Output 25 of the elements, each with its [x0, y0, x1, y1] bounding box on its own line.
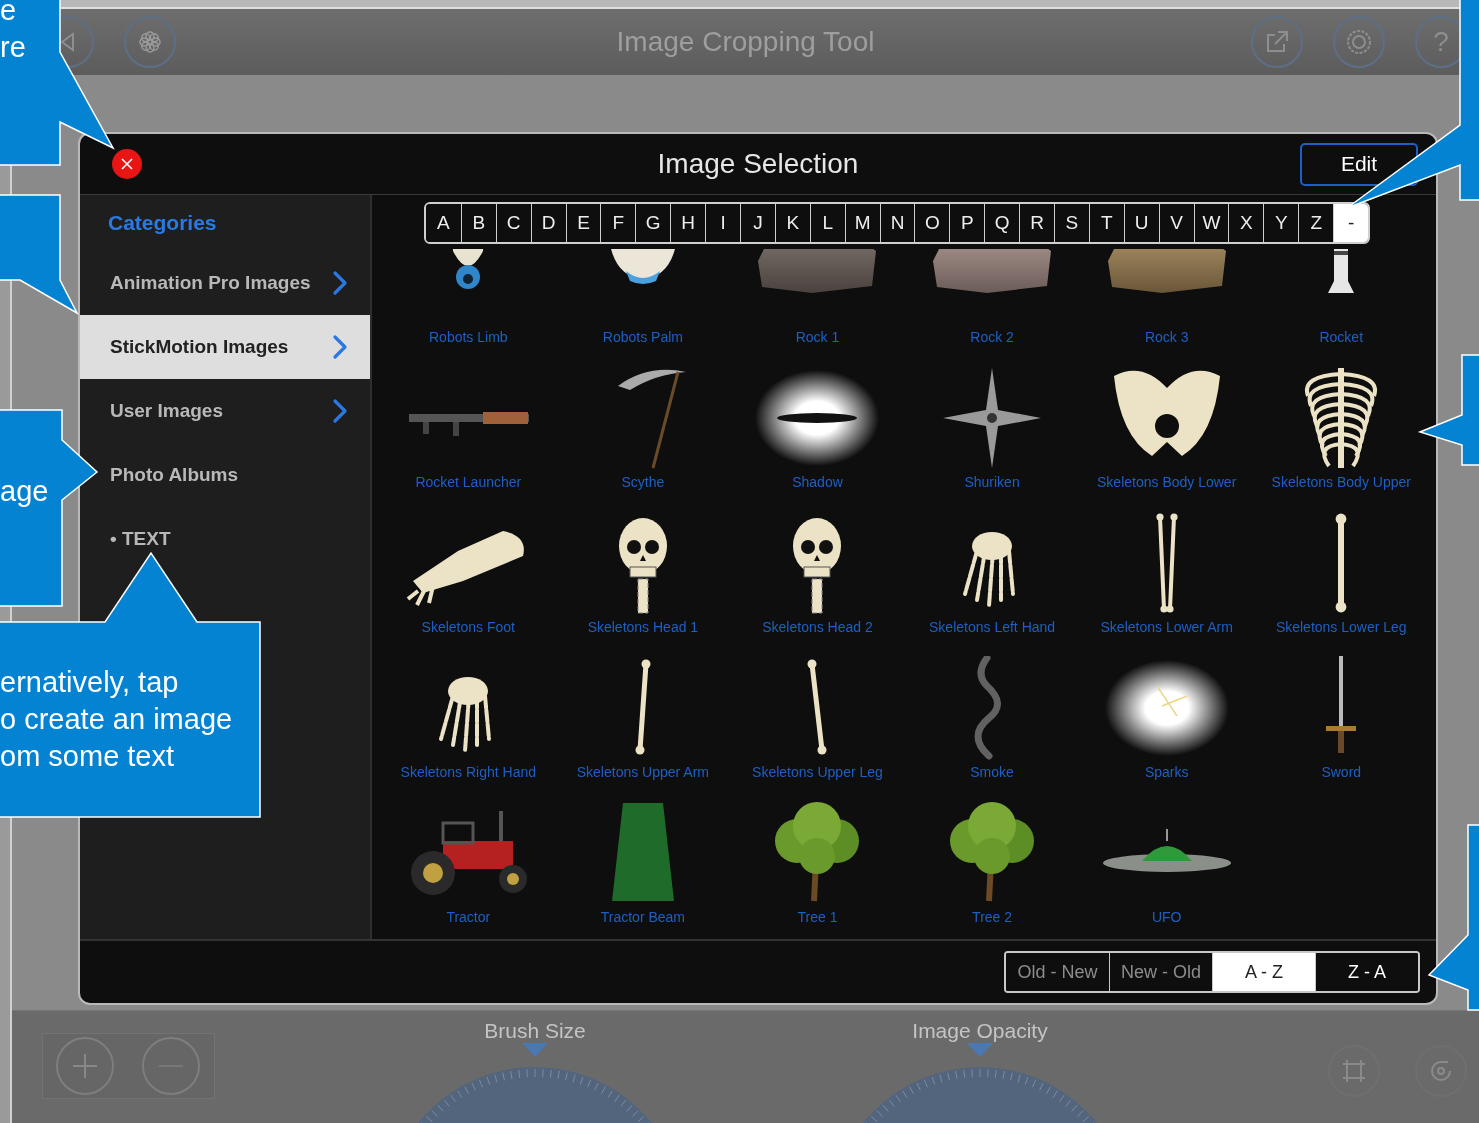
flower-icon — [137, 29, 163, 55]
pointer-icon — [967, 1043, 993, 1057]
rotate-icon — [1428, 1058, 1454, 1084]
pointer-icon — [522, 1043, 548, 1057]
sort-option[interactable]: Z - A — [1315, 953, 1418, 991]
chevron-icon — [332, 270, 348, 296]
callout-tooltip-text: ernatively, tap o create an image om some text — [0, 665, 233, 774]
sidebar-heading: Categories — [108, 211, 217, 235]
close-icon — [121, 158, 133, 170]
callout-tooltip-text: age — [0, 474, 49, 509]
callout-tooltip-text: e re — [0, 0, 26, 65]
dialog-title: Image Selection — [657, 148, 859, 179]
dial-label: Brush Size — [484, 1019, 586, 1043]
plus-icon — [70, 1051, 100, 1081]
sort-option[interactable]: A - Z — [1212, 953, 1315, 991]
dial-label: Image Opacity — [912, 1019, 1048, 1043]
settings-icon — [1345, 28, 1373, 56]
category-item[interactable]: StickMotion Images — [80, 315, 370, 379]
chevron-icon — [332, 398, 348, 424]
share-icon — [1264, 29, 1290, 55]
close-button[interactable] — [112, 149, 142, 179]
chevron-icon — [332, 334, 348, 360]
letter-button[interactable]: - — [1333, 204, 1368, 242]
crop-icon — [1341, 1058, 1367, 1084]
app-title: Image Cropping Tool — [616, 26, 875, 57]
